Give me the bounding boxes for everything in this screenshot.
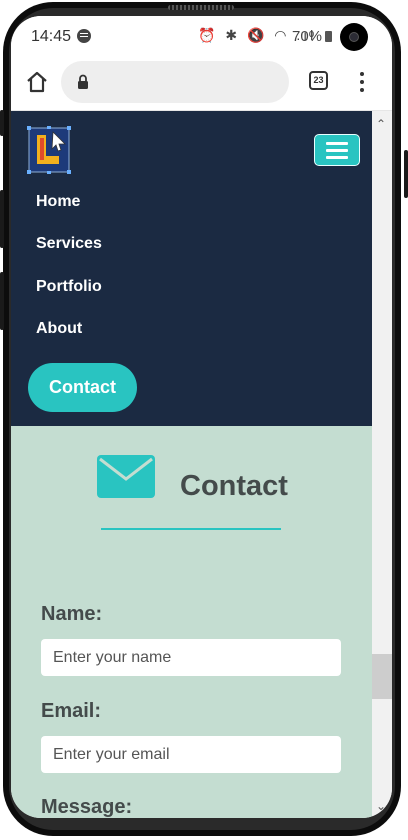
browser-toolbar: 23 xyxy=(11,58,392,111)
email-input[interactable] xyxy=(41,736,341,773)
navbar: Home Services Portfolio About Contact xyxy=(11,111,372,426)
spotify-icon xyxy=(77,29,91,43)
email-label: Email: xyxy=(41,700,102,722)
site-logo[interactable] xyxy=(27,126,71,174)
web-page: Home Services Portfolio About Contact Co… xyxy=(11,111,372,818)
name-label: Name: xyxy=(41,603,103,625)
front-camera xyxy=(340,23,368,51)
volume-button xyxy=(0,190,4,248)
contact-button[interactable]: Contact xyxy=(28,363,137,412)
lock-icon xyxy=(78,74,88,89)
home-icon[interactable] xyxy=(25,70,49,94)
page-scrollbar[interactable]: ⌃ ⌄ xyxy=(372,111,392,818)
volume-button xyxy=(0,272,4,330)
name-input[interactable] xyxy=(41,639,341,676)
scroll-down-icon[interactable]: ⌄ xyxy=(376,799,386,813)
heading-divider xyxy=(101,528,281,530)
side-button xyxy=(0,110,4,136)
overflow-menu-icon[interactable] xyxy=(359,70,365,92)
contact-heading: Contact xyxy=(180,470,288,502)
nav-link-services[interactable]: Services xyxy=(36,235,102,253)
nav-link-about[interactable]: About xyxy=(36,320,82,338)
status-time: 14:45 xyxy=(31,28,72,45)
envelope-icon xyxy=(97,455,155,498)
message-label: Message: xyxy=(41,796,133,818)
battery-percent: 70% xyxy=(292,28,323,45)
nav-link-portfolio[interactable]: Portfolio xyxy=(36,278,102,296)
scroll-up-icon[interactable]: ⌃ xyxy=(376,117,386,131)
nav-link-home[interactable]: Home xyxy=(36,193,80,211)
address-bar[interactable] xyxy=(61,61,289,103)
navbar-toggle-button[interactable] xyxy=(314,134,360,166)
battery-icon xyxy=(325,31,332,42)
power-button xyxy=(404,150,408,198)
earpiece-speaker xyxy=(168,5,234,10)
status-bar: 14:45 ⏰ ✱ 🔇 ◠ .ıl 70% xyxy=(11,16,392,58)
tab-switcher-button[interactable]: 23 xyxy=(309,71,328,90)
contact-section: Contact Name: Email: Message: xyxy=(11,426,372,818)
scrollbar-thumb[interactable] xyxy=(372,654,392,699)
phone-screen: 14:45 ⏰ ✱ 🔇 ◠ .ıl 70% 23 Home Services P… xyxy=(11,16,392,818)
